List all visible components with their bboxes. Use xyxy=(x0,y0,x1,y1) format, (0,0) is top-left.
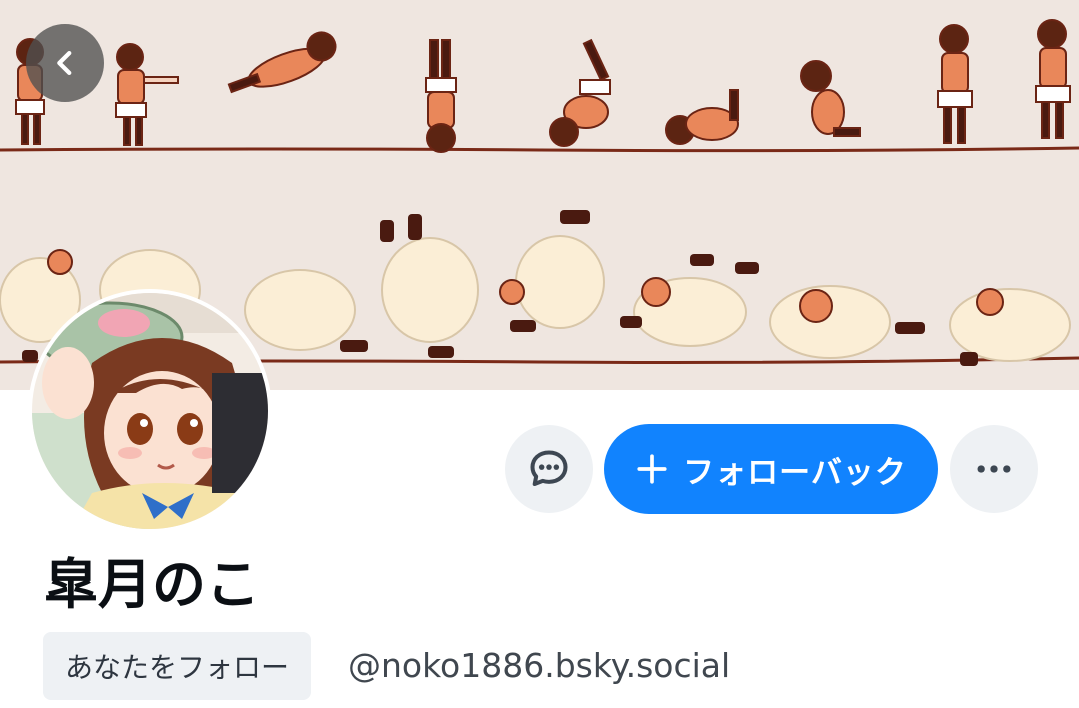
display-name: 皐月のこ xyxy=(44,553,260,616)
profile-screen: フォローバック 皐月のこ あなたをフォロー @noko1886.bsky.soc… xyxy=(0,0,1079,708)
plus-icon xyxy=(637,454,667,484)
chevron-left-icon xyxy=(57,50,72,76)
more-options-button[interactable] xyxy=(950,425,1038,513)
profile-handle: @noko1886.bsky.social xyxy=(348,646,731,685)
follow-back-label: フォローバック xyxy=(683,454,907,491)
avatar[interactable] xyxy=(28,289,272,533)
ellipsis-icon xyxy=(977,465,1011,473)
message-button[interactable] xyxy=(505,425,593,513)
follows-you-badge: あなたをフォロー xyxy=(43,632,312,700)
follow-back-button[interactable]: フォローバック xyxy=(604,424,938,514)
avatar-image xyxy=(32,293,268,529)
back-button[interactable] xyxy=(26,24,104,102)
chat-bubble-icon xyxy=(530,450,568,487)
